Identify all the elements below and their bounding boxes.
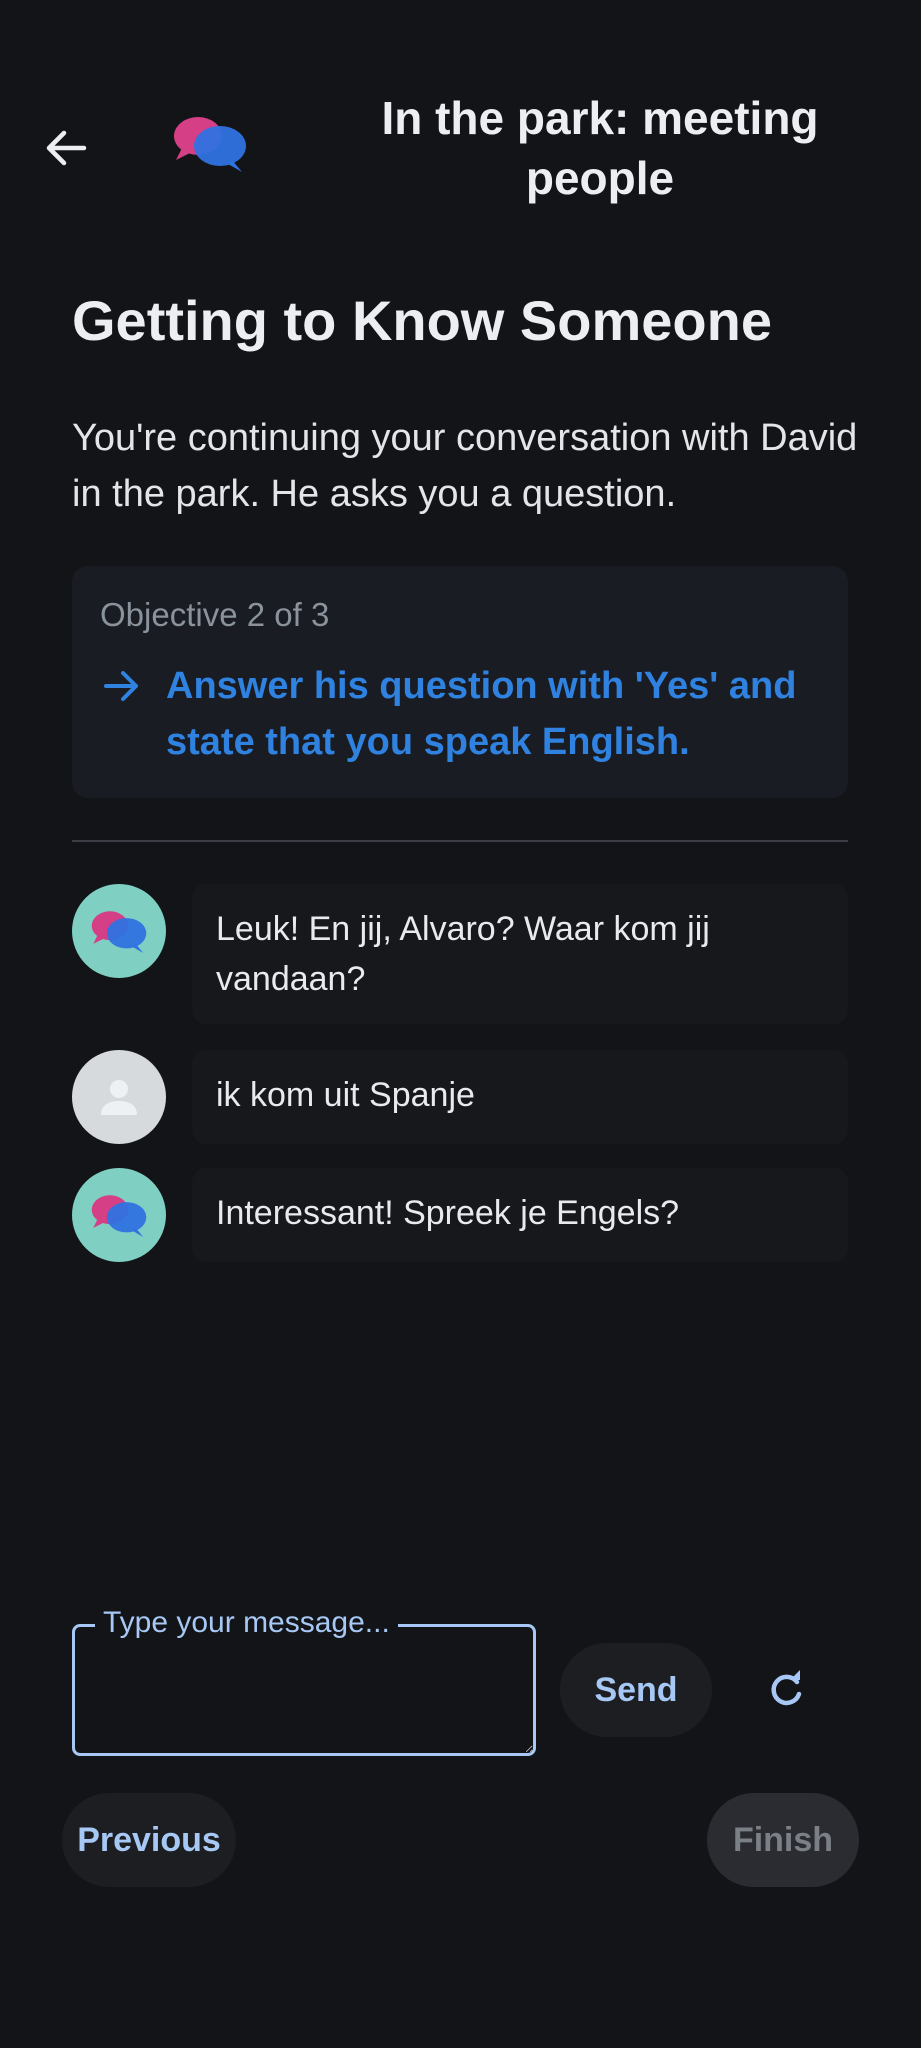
chat-bubbles-logo xyxy=(174,117,246,172)
scenario-description: You're continuing your conversation with… xyxy=(72,417,858,515)
page-title: In the park: meeting people xyxy=(381,92,819,204)
message-input[interactable] xyxy=(75,1627,533,1753)
refresh-icon xyxy=(771,1670,802,1706)
back-button[interactable] xyxy=(36,118,96,178)
conversation-screen: In the park: meeting people Getting to K… xyxy=(0,0,921,2048)
objective-counter: Objective 2 of 3 xyxy=(100,596,330,633)
message-bubble: Leuk! En jij, Alvaro? Waar kom jij vanda… xyxy=(192,884,848,1024)
previous-button[interactable]: Previous xyxy=(62,1793,236,1887)
message-bubble: ik kom uit Spanje xyxy=(192,1050,848,1144)
chat-bubbles-icon xyxy=(91,1195,147,1237)
message-bubble: Interessant! Spreek je Engels? xyxy=(192,1168,848,1262)
person-icon xyxy=(101,1080,137,1115)
finish-button[interactable]: Finish xyxy=(707,1793,859,1887)
bot-avatar xyxy=(72,1168,166,1262)
objective-text: Answer his question with 'Yes' and state… xyxy=(166,665,797,763)
arrow-right-icon xyxy=(104,671,138,701)
app-header: In the park: meeting people xyxy=(0,80,921,210)
arrow-left-icon xyxy=(46,130,87,166)
user-avatar xyxy=(72,1050,166,1144)
chat-bubbles-icon xyxy=(91,911,147,953)
objective-card: Objective 2 of 3 Answer his question wit… xyxy=(72,566,848,798)
message-input-field[interactable]: Type your message... xyxy=(72,1605,536,1756)
send-button[interactable]: Send xyxy=(560,1643,712,1737)
refresh-button[interactable] xyxy=(756,1660,816,1720)
scenario-title: Getting to Know Someone xyxy=(72,289,772,352)
divider xyxy=(72,840,848,842)
bot-avatar xyxy=(72,884,166,978)
